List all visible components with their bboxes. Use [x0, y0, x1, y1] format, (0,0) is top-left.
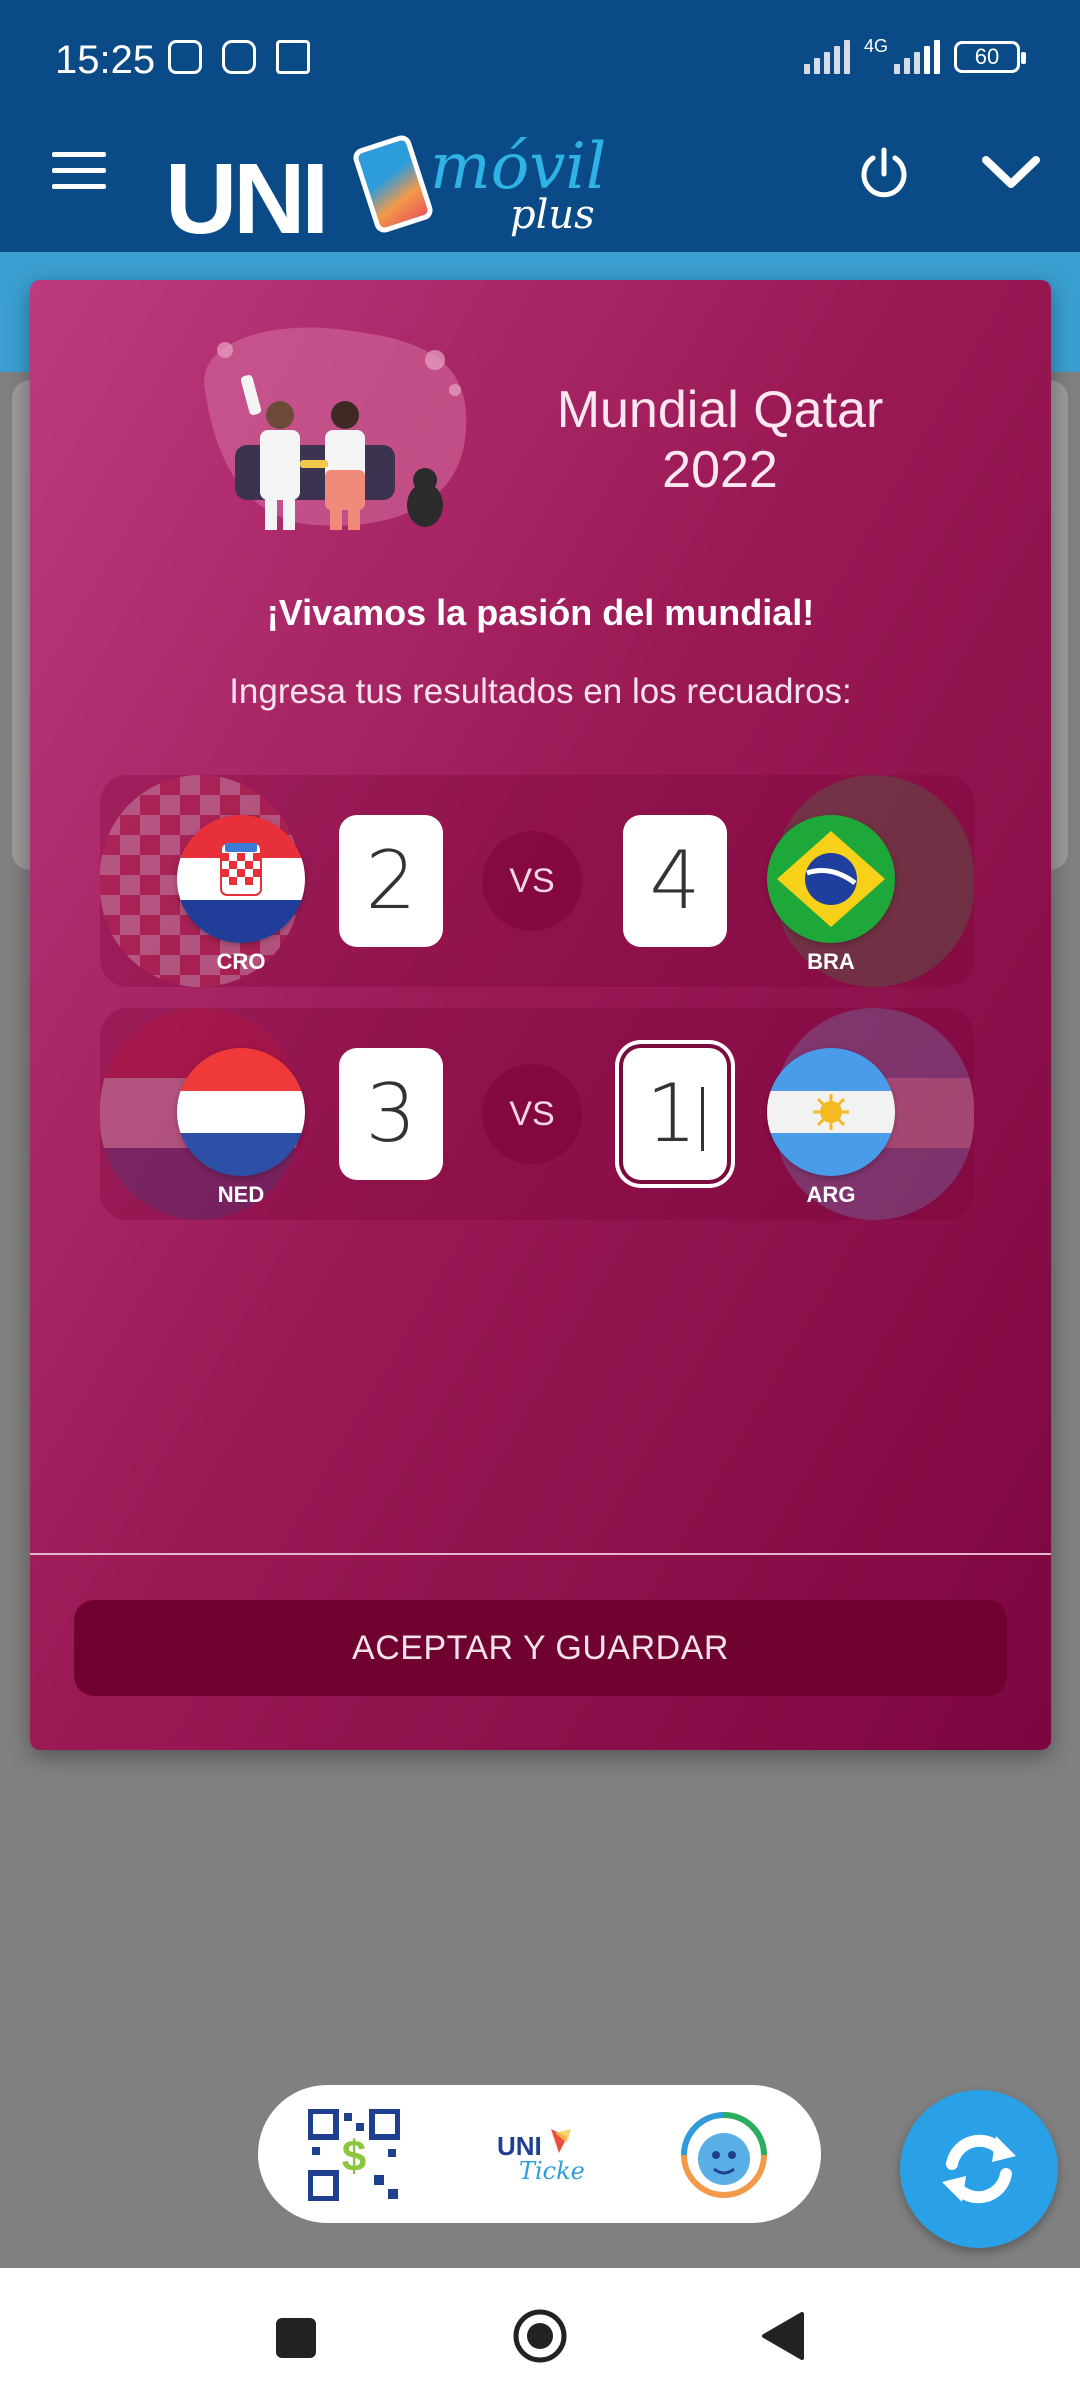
chevron-down-icon[interactable] [980, 150, 1042, 194]
signal-icon [804, 40, 850, 74]
logo-phone-icon [350, 132, 436, 236]
argentina-flag-icon [767, 1048, 895, 1176]
battery-level: 60 [974, 44, 1000, 69]
network-type-label: 4G [864, 36, 889, 56]
home-team: CRO [176, 815, 306, 975]
modal-instruction: Ingresa tus resultados en los recuadros: [229, 672, 852, 711]
world-cup-modal: Mundial Qatar 2022 ¡Vivamos la pasión de… [30, 280, 1051, 1750]
refresh-icon [942, 2134, 1016, 2204]
team-code: BRA [807, 949, 855, 974]
status-notification-icons [168, 40, 310, 74]
home-team: NED [176, 1048, 306, 1208]
modal-title: Mundial Qatar 2022 [556, 381, 884, 499]
logo-plus-text: plus [510, 192, 595, 238]
croatia-flag-icon [177, 815, 305, 943]
vs-badge: VS [482, 1064, 582, 1164]
fans-watching-illustration [204, 327, 467, 530]
back-icon[interactable] [760, 2310, 806, 2362]
brazil-flag-icon [767, 815, 895, 943]
svg-text:$: $ [342, 2132, 366, 2181]
bottom-toolbar: $ UNI Ticket [258, 2085, 821, 2223]
system-navigation-bar [0, 2268, 1080, 2400]
team-code: CRO [216, 949, 266, 974]
match-row: NED 3 VS 1 ARG [100, 1008, 974, 1220]
status-time: 15:25 [55, 38, 156, 82]
qr-payment-icon[interactable]: $ [308, 2109, 400, 2201]
away-score-input[interactable]: 1 [623, 1048, 727, 1180]
app-header: UNI móvil plus [0, 120, 1080, 255]
netherlands-flag-icon [177, 1048, 305, 1176]
modal-subtitle: ¡Vivamos la pasión del mundial! [266, 592, 815, 633]
team-code: NED [217, 1182, 265, 1207]
away-team: ARG [766, 1048, 896, 1208]
accept-and-save-button[interactable]: ACEPTAR Y GUARDAR [74, 1600, 1007, 1696]
vs-badge: VS [482, 831, 582, 931]
modal-divider [30, 1553, 1051, 1555]
home-score-input[interactable]: 2 [339, 815, 443, 947]
support-agent-icon[interactable] [678, 2109, 770, 2201]
power-icon[interactable] [855, 144, 913, 202]
instagram-icon [222, 40, 256, 74]
team-code: ARG [806, 1182, 856, 1207]
away-score-input[interactable]: 4 [623, 815, 727, 947]
text-caret [700, 1087, 704, 1151]
network-signal-icon: 4G [864, 36, 940, 74]
ticket-logo-script: Ticket [519, 2157, 585, 2185]
match-row: CRO 2 VS 4 BRA [100, 775, 974, 987]
away-score-value: 1 [646, 1067, 697, 1160]
recent-apps-icon[interactable] [276, 2318, 316, 2358]
nfc-icon [168, 40, 202, 74]
logo-uni-text: UNI [165, 143, 329, 255]
away-team: BRA [766, 815, 896, 975]
status-bar: 15:25 4G 60 [0, 0, 1080, 120]
uni-ticket-icon[interactable]: UNI Ticket [493, 2109, 585, 2201]
home-score-input[interactable]: 3 [339, 1048, 443, 1180]
robot-icon [276, 40, 310, 74]
app-logo: UNI móvil plus [165, 130, 606, 255]
battery-icon: 60 [954, 41, 1026, 73]
hamburger-menu-icon[interactable] [52, 152, 106, 194]
status-system-icons: 4G 60 [804, 36, 1026, 74]
home-icon[interactable] [512, 2308, 568, 2364]
refresh-button[interactable] [900, 2090, 1058, 2248]
